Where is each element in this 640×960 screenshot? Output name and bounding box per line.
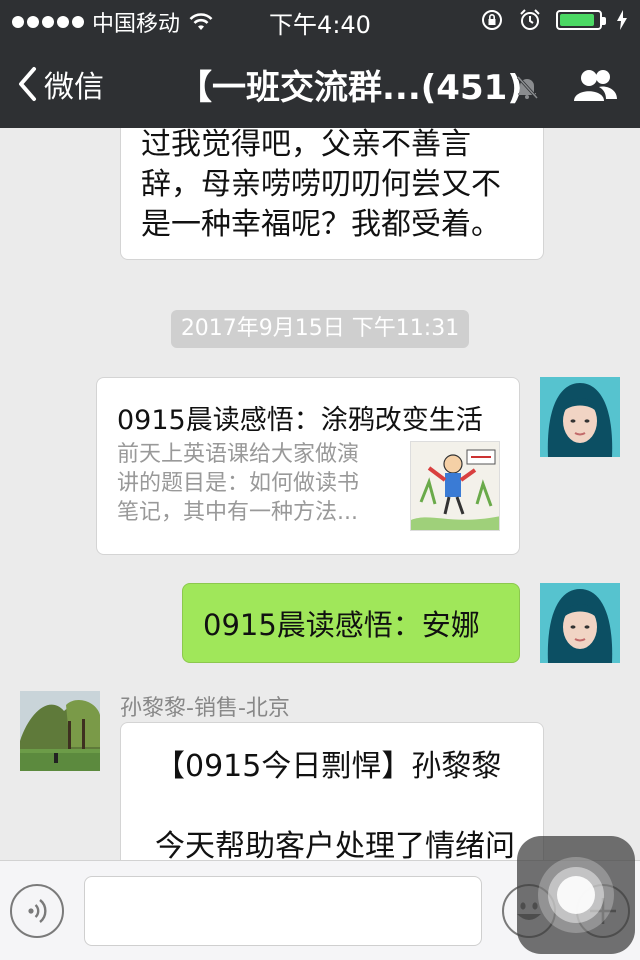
message-input[interactable] [84,876,482,946]
voice-button[interactable] [10,884,64,938]
message-line [155,787,515,827]
nav-bar: 微信 【一班交流群...(451) [0,40,640,128]
wechat-screen: 中国移动 下午4:40 微信 【一班交流群...(451) 过我觉得吧，父亲不善… [0,0,640,960]
message-line: 是一种幸福呢？我都受着。 [141,207,501,242]
alarm-icon [520,9,540,30]
incoming-message-bubble[interactable]: 【0915今日剽悍】孙黎黎 今天帮助客户处理了情绪问 [120,722,544,860]
sent-text: 0915晨读感悟：安娜 [203,608,480,642]
assistive-touch-icon[interactable] [517,836,635,954]
sent-text-bubble[interactable]: 0915晨读感悟：安娜 [182,583,520,663]
chat-area[interactable]: 过我觉得吧，父亲不善言 辞，母亲唠唠叨叨何尝又不 是一种幸福呢？我都受着。 20… [0,128,640,860]
back-chevron-icon [19,67,36,101]
back-label: 微信 [44,70,104,105]
lock-rotation-icon [482,10,502,30]
message-line: 辞，母亲唠唠叨叨何尝又不 [141,167,501,202]
voice-icon [28,899,47,923]
message-line: 今天帮助客户处理了情绪问 [155,829,515,860]
group-members-icon[interactable] [572,68,618,102]
sender-name: 孙黎黎-销售-北京 [120,696,290,721]
battery-icon [556,10,606,30]
status-bar: 中国移动 下午4:40 [0,0,640,40]
charging-bolt-icon [617,10,627,30]
message-bubble-previous[interactable]: 过我觉得吧，父亲不善言 辞，母亲唠唠叨叨何尝又不 是一种幸福呢？我都受着。 [120,128,544,260]
mute-bell-icon [516,75,539,100]
avatar-sender[interactable] [20,691,100,771]
back-button[interactable]: 微信 [16,62,104,106]
chat-title: 【一班交流群...(451) [178,68,523,108]
link-card-thumbnail [410,441,500,531]
link-card-title: 0915晨读感悟：涂鸦改变生活 [117,405,483,436]
timestamp-badge: 2017年9月15日 下午11:31 [171,310,469,348]
message-line: 【0915今日剽悍】孙黎黎 [155,749,502,784]
avatar-self[interactable] [540,583,620,663]
avatar-self[interactable] [540,377,620,457]
status-right [480,8,628,32]
link-card-description: 前天上英语课给大家做演讲的题目是：如何做读书笔记，其中有一种方法... [117,442,360,525]
message-line: 过我觉得吧，父亲不善言 [141,128,471,162]
link-card-message[interactable]: 0915晨读感悟：涂鸦改变生活 前天上英语课给大家做演讲的题目是：如何做读书笔记… [96,377,520,555]
